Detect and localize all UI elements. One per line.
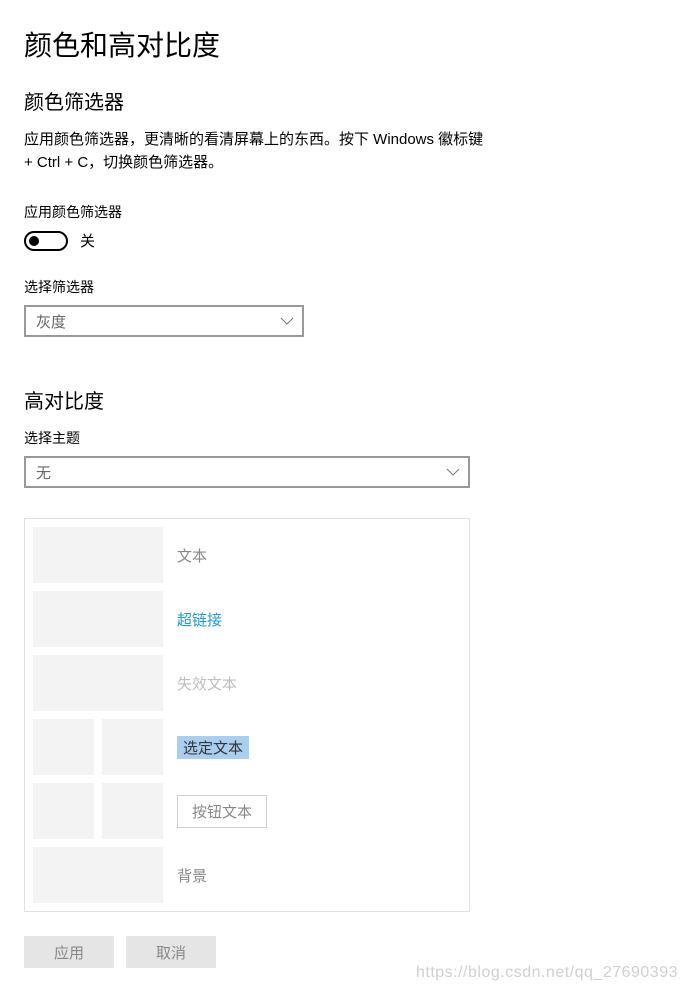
preview-row-background: 背景	[33, 847, 461, 903]
apply-button[interactable]: 应用	[24, 936, 114, 968]
page-title: 颜色和高对比度	[24, 24, 660, 64]
hyperlink-color-swatch[interactable]	[33, 591, 163, 647]
preview-row-hyperlink: 超链接	[33, 591, 461, 647]
theme-select-value: 无	[36, 462, 51, 483]
watermark-text: https://blog.csdn.net/qq_27690393	[416, 964, 678, 982]
theme-preview-panel: 文本 超链接 失效文本 选定文本 按钮文本 背景	[24, 518, 470, 912]
theme-select[interactable]: 无	[24, 456, 470, 488]
cancel-button[interactable]: 取消	[126, 936, 216, 968]
high-contrast-section-title: 高对比度	[24, 385, 660, 414]
preview-disabled-label: 失效文本	[177, 673, 237, 694]
theme-select-label: 选择主题	[24, 428, 660, 448]
selected-text-fg-swatch[interactable]	[33, 719, 94, 775]
color-filter-toggle[interactable]	[24, 231, 68, 251]
toggle-state-text: 关	[80, 230, 95, 251]
filter-select-label: 选择筛选器	[24, 277, 660, 297]
disabled-color-swatch[interactable]	[33, 655, 163, 711]
color-filter-description: 应用颜色筛选器，更清晰的看清屏幕上的东西。按下 Windows 徽标键 + Ct…	[24, 129, 494, 174]
preview-hyperlink-label: 超链接	[177, 609, 222, 630]
toggle-knob	[29, 236, 39, 246]
preview-row-selected: 选定文本	[33, 719, 461, 775]
color-filter-section-title: 颜色筛选器	[24, 86, 660, 115]
filter-select-value: 灰度	[36, 311, 66, 332]
selected-text-bg-swatch[interactable]	[102, 719, 163, 775]
preview-row-text: 文本	[33, 527, 461, 583]
preview-background-label: 背景	[177, 865, 207, 886]
preview-text-label: 文本	[177, 545, 207, 566]
preview-row-button: 按钮文本	[33, 783, 461, 839]
preview-button-label: 按钮文本	[177, 795, 267, 828]
filter-select[interactable]: 灰度	[24, 305, 304, 337]
background-color-swatch[interactable]	[33, 847, 163, 903]
preview-selected-label: 选定文本	[177, 736, 249, 759]
button-text-bg-swatch[interactable]	[102, 783, 163, 839]
toggle-label: 应用颜色筛选器	[24, 202, 660, 222]
text-color-swatch[interactable]	[33, 527, 163, 583]
preview-row-disabled: 失效文本	[33, 655, 461, 711]
button-text-fg-swatch[interactable]	[33, 783, 94, 839]
